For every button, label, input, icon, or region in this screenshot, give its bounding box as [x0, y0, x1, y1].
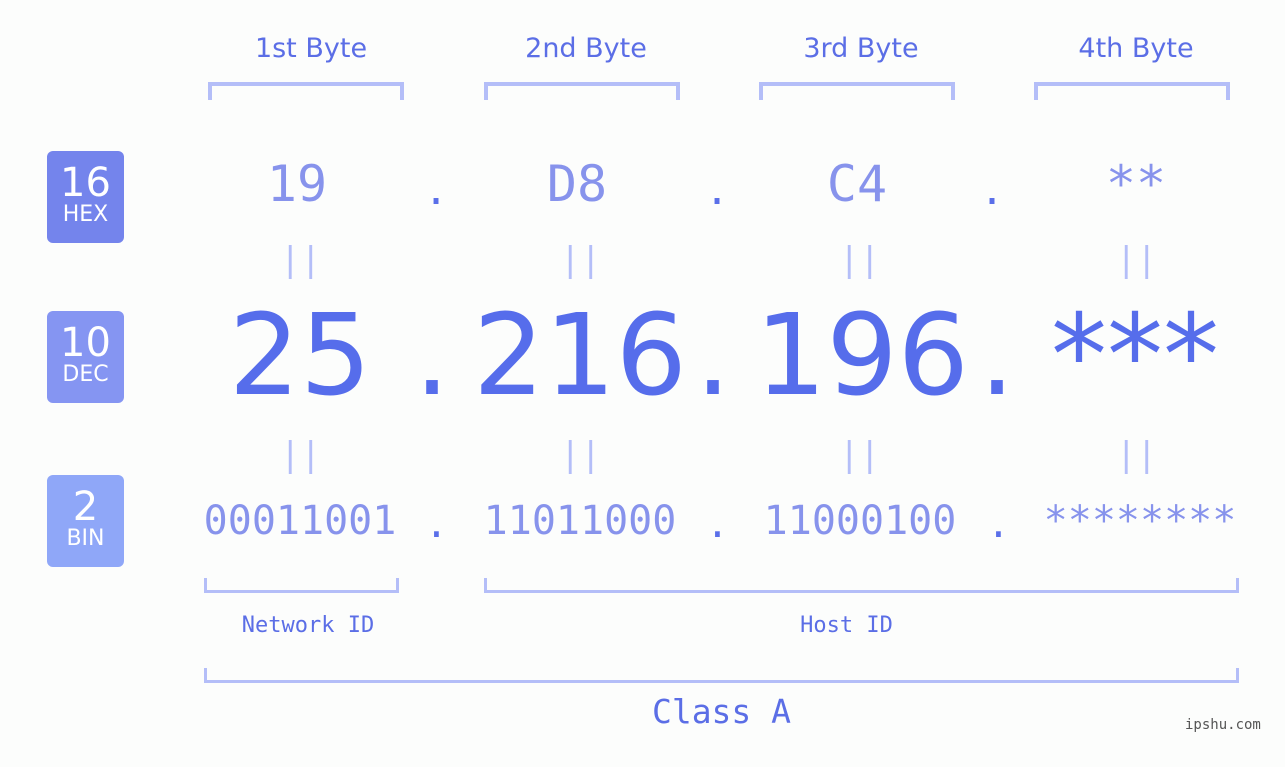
byte-bracket-1: [208, 82, 404, 100]
equals-dec-bin-2: ||: [560, 435, 601, 475]
hex-value-1: 19: [266, 155, 328, 213]
hex-value-3: C4: [826, 155, 888, 213]
host-id-label: Host ID: [800, 613, 893, 638]
equals-hex-dec-3: ||: [839, 240, 880, 280]
equals-dec-bin-4: ||: [1116, 435, 1157, 475]
bin-value-1: 00011001: [203, 498, 397, 544]
bin-value-2: 11011000: [483, 498, 677, 544]
hex-value-4: **: [1105, 155, 1167, 213]
dec-separator-2: .: [695, 291, 731, 421]
dec-value-4: ***: [1051, 291, 1219, 421]
class-bracket: [204, 668, 1239, 683]
hex-value-2: D8: [546, 155, 608, 213]
hex-badge-label: HEX: [62, 202, 109, 227]
equals-dec-bin-3: ||: [839, 435, 880, 475]
class-label: Class A: [651, 692, 792, 731]
dec-value-3: 196: [755, 291, 969, 421]
hex-separator-1: .: [424, 168, 449, 214]
network-id-bracket: [204, 578, 399, 593]
equals-hex-dec-1: ||: [280, 240, 321, 280]
dec-badge-label: DEC: [62, 362, 109, 387]
byte-bracket-2: [484, 82, 680, 100]
hex-separator-3: .: [980, 168, 1005, 214]
network-id-label: Network ID: [241, 613, 375, 638]
byte-label-1: 1st Byte: [254, 33, 368, 64]
byte-bracket-3: [759, 82, 955, 100]
bin-badge: 2 BIN: [47, 475, 124, 567]
byte-label-2: 2nd Byte: [525, 33, 647, 64]
host-id-bracket: [484, 578, 1239, 593]
bin-badge-number: 2: [72, 484, 99, 530]
hex-badge: 16 HEX: [47, 151, 124, 243]
dec-badge-number: 10: [60, 320, 111, 366]
dec-value-2: 216: [473, 291, 687, 421]
bin-separator-1: .: [425, 502, 448, 546]
watermark: ipshu.com: [1185, 717, 1261, 733]
equals-dec-bin-1: ||: [280, 435, 321, 475]
equals-hex-dec-2: ||: [560, 240, 601, 280]
byte-label-4: 4th Byte: [1078, 33, 1194, 64]
hex-badge-number: 16: [60, 160, 111, 206]
bin-separator-2: .: [706, 502, 729, 546]
equals-hex-dec-4: ||: [1116, 240, 1157, 280]
byte-bracket-4: [1034, 82, 1230, 100]
byte-label-3: 3rd Byte: [803, 33, 919, 64]
dec-separator-3: .: [979, 291, 1015, 421]
bin-separator-3: .: [987, 502, 1010, 546]
dec-value-1: 25: [228, 291, 372, 421]
bin-badge-label: BIN: [66, 526, 105, 551]
hex-separator-2: .: [705, 168, 730, 214]
dec-separator-1: .: [414, 291, 450, 421]
bin-value-4: ********: [1043, 498, 1237, 544]
bin-value-3: 11000100: [763, 498, 957, 544]
dec-badge: 10 DEC: [47, 311, 124, 403]
